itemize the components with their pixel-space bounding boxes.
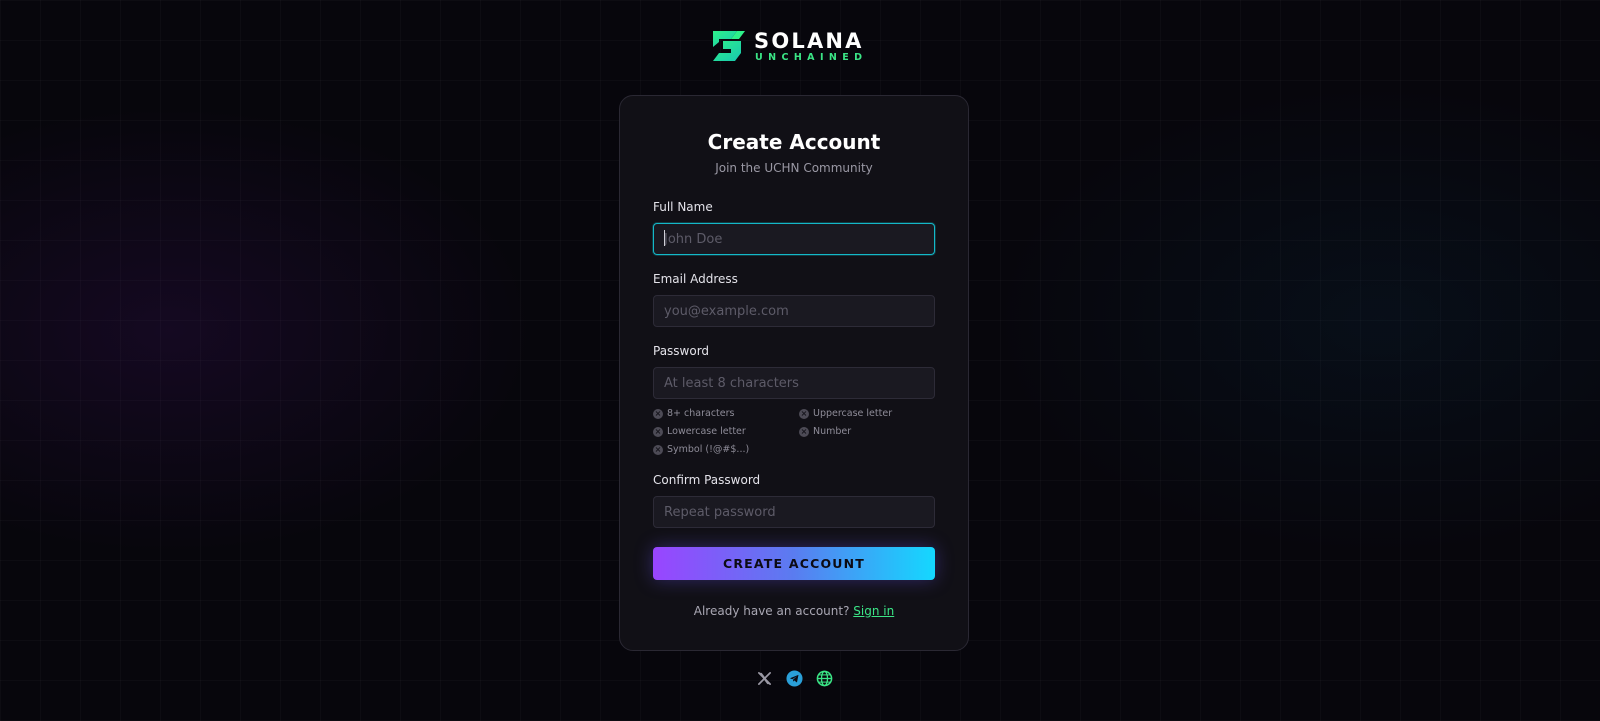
requirement-lowercase: × Lowercase letter [653,426,746,437]
requirement-length: × 8+ characters [653,408,734,419]
text-caret [664,230,665,246]
requirement-symbol: × Symbol (!@#$...) [653,444,749,455]
email-label: Email Address [653,272,738,286]
signin-row: Already have an account? Sign in [620,604,968,618]
confirm-password-label: Confirm Password [653,473,761,487]
brand-title: SOLANA [754,28,864,53]
brand-logo[interactable]: SOLANA UNCHAINED [709,28,867,64]
signin-link[interactable]: Sign in [853,604,894,618]
signin-prompt: Already have an account? [693,604,850,618]
full-name-label: Full Name [653,200,713,214]
create-account-button[interactable]: CREATE ACCOUNT [653,547,935,580]
x-icon [757,671,771,685]
telegram-icon [785,669,803,687]
requirement-uppercase: × Uppercase letter [799,408,892,419]
website-link[interactable] [815,669,833,687]
page-subtitle: Join the UCHN Community [715,161,873,175]
email-input[interactable] [653,295,935,327]
x-circle-icon: × [653,426,663,437]
confirm-password-input[interactable] [653,496,935,528]
requirement-label: Number [813,426,852,437]
x-circle-icon: × [653,408,663,419]
x-circle-icon: × [799,408,809,419]
full-name-input[interactable] [653,223,935,255]
telegram-link[interactable] [785,669,803,687]
requirement-label: Lowercase letter [667,426,746,437]
globe-icon [816,670,832,686]
requirement-label: 8+ characters [667,408,735,419]
page-title: Create Account [707,130,881,154]
x-link[interactable] [755,669,773,687]
requirement-label: Symbol (!@#$...) [667,444,750,455]
requirement-label: Uppercase letter [813,408,893,419]
requirement-number: × Number [799,426,851,437]
brand-subtitle: UNCHAINED [755,51,868,63]
x-circle-icon: × [799,426,809,437]
password-label: Password [653,344,710,358]
signup-card: Create Account Join the UCHN Community F… [619,95,969,651]
x-circle-icon: × [653,444,663,455]
password-input[interactable] [653,367,935,399]
solana-s-logo-icon [713,31,745,61]
